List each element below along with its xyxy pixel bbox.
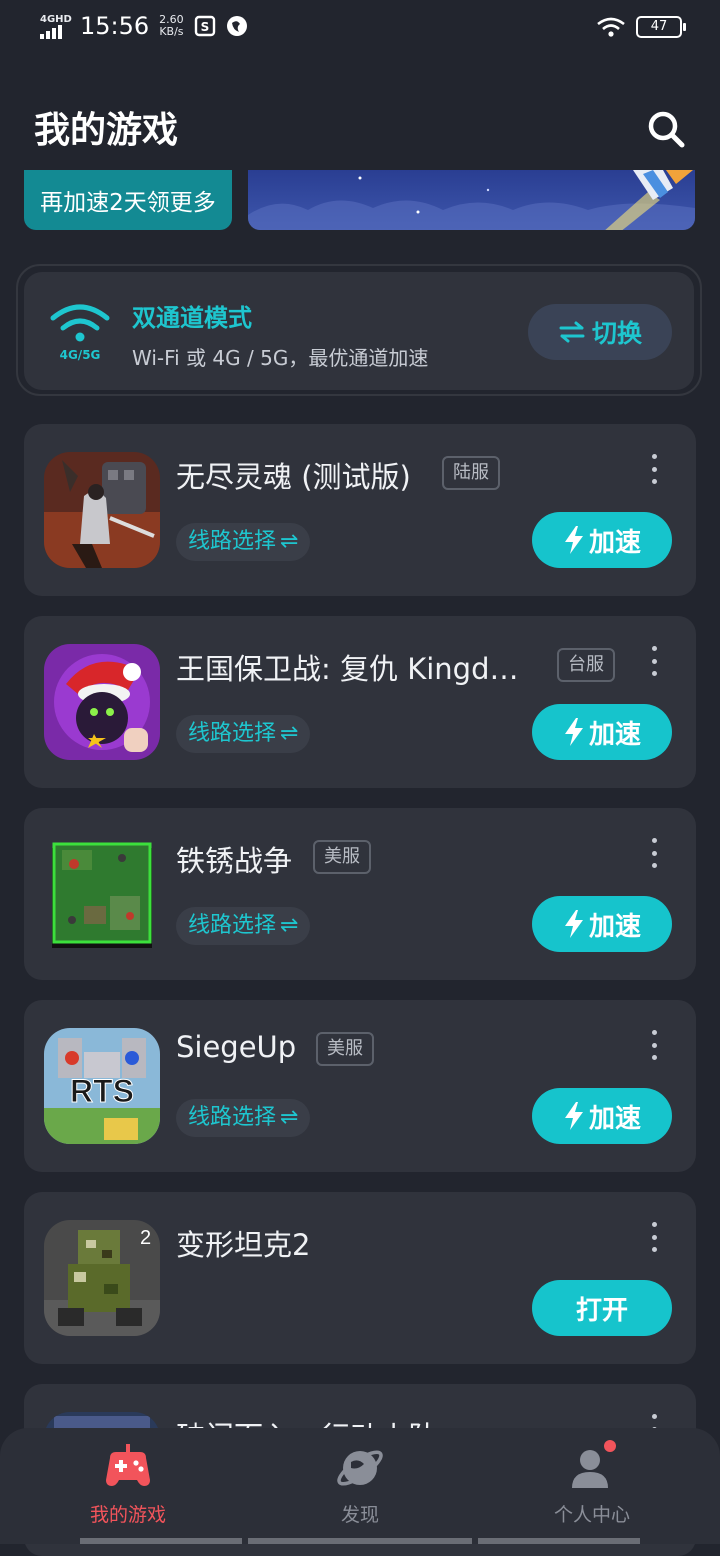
swap-small-icon: ⇌	[280, 529, 299, 554]
accelerate-button[interactable]: 加速	[532, 512, 672, 568]
lightning-icon	[564, 910, 583, 938]
game-icon-kingdom-rush[interactable]	[44, 644, 160, 760]
game-icon-transform-tank[interactable]: 2	[44, 1220, 160, 1336]
tab-label: 我的游戏	[89, 1504, 166, 1526]
notification-dot	[604, 1440, 616, 1452]
promo-banner-image[interactable]	[248, 170, 695, 230]
svg-text:2: 2	[140, 1227, 151, 1249]
more-options-button[interactable]	[644, 646, 664, 676]
clock: 15:56	[80, 12, 150, 40]
tab-discover[interactable]: 发现	[280, 1442, 440, 1527]
switch-mode-button[interactable]: 切换	[528, 304, 672, 360]
game-name: 铁锈战争	[176, 844, 293, 878]
game-name: 王国保卫战: 复仇 Kingd…	[176, 652, 519, 686]
home-indicator	[80, 1538, 242, 1544]
region-badge: 美服	[316, 1032, 374, 1066]
game-name: 变形坦克2	[176, 1228, 311, 1262]
more-options-button[interactable]	[644, 1222, 664, 1252]
promo-banner[interactable]: 再加速2天领更多	[24, 170, 232, 230]
region-badge: 台服	[557, 648, 615, 682]
search-button[interactable]	[642, 105, 690, 153]
wifi-4g5g-icon: 4G/5G	[50, 302, 110, 362]
more-options-button[interactable]	[644, 1030, 664, 1060]
swap-small-icon: ⇌	[280, 721, 299, 746]
dual-channel-mode-card: 4G/5G 双通道模式 Wi-Fi 或 4G / 5G，最优通道加速 切换	[24, 272, 694, 390]
bottom-navigation: 我的游戏 发现 个人中心	[0, 1428, 720, 1544]
tab-label: 发现	[340, 1504, 379, 1526]
svg-text:S: S	[200, 20, 209, 34]
lightning-icon	[564, 526, 583, 554]
promo-text: 再加速2天领更多	[40, 190, 216, 216]
region-badge: 陆服	[442, 456, 500, 490]
route-select-button[interactable]: 线路选择 ⇌	[176, 715, 311, 753]
accelerate-button[interactable]: 加速	[532, 704, 672, 760]
search-icon	[648, 111, 685, 148]
home-indicator	[248, 1538, 472, 1544]
accelerate-button[interactable]: 加速	[532, 896, 672, 952]
swap-icon	[559, 321, 585, 343]
cellular-signal-icon: 4GHD	[38, 13, 72, 39]
browser-notification-icon	[226, 16, 247, 36]
gamepad-icon	[102, 1442, 154, 1494]
lightning-icon	[564, 1102, 583, 1130]
game-card[interactable]: 无尽灵魂 (测试版) 陆服 线路选择 ⇌ 加速	[24, 424, 696, 596]
game-name: 无尽灵魂 (测试版)	[176, 460, 411, 494]
game-icon-siegeup[interactable]: RTS	[44, 1028, 160, 1144]
network-speed: 2.60 KB/s	[159, 13, 184, 38]
route-select-button[interactable]: 线路选择 ⇌	[176, 523, 311, 561]
game-card[interactable]: RTS SiegeUp 美服 线路选择 ⇌ 加速	[24, 1000, 696, 1172]
more-options-button[interactable]	[644, 454, 664, 484]
svg-text:RTS: RTS	[70, 1073, 134, 1109]
game-name: SiegeUp	[176, 1030, 297, 1064]
more-options-button[interactable]	[644, 838, 664, 868]
wifi-icon	[597, 17, 625, 37]
tab-label: 个人中心	[553, 1504, 630, 1526]
tab-profile[interactable]: 个人中心	[512, 1440, 672, 1527]
route-select-button[interactable]: 线路选择 ⇌	[176, 1099, 311, 1137]
status-bar: 4GHD 15:56 2.60 KB/s S 47	[0, 0, 720, 58]
accelerate-button[interactable]: 加速	[532, 1088, 672, 1144]
rocket-illustration	[248, 170, 695, 230]
battery-icon: 47	[636, 16, 686, 38]
open-game-button[interactable]: 打开	[532, 1280, 672, 1336]
swap-small-icon: ⇌	[280, 913, 299, 938]
game-icon-endless-souls[interactable]	[44, 452, 160, 568]
app-notification-icon: S	[194, 15, 215, 37]
game-card[interactable]: 铁锈战争 美服 线路选择 ⇌ 加速	[24, 808, 696, 980]
mode-description: Wi-Fi 或 4G / 5G，最优通道加速	[132, 346, 429, 370]
mode-title: 双通道模式	[132, 304, 252, 332]
swap-small-icon: ⇌	[280, 1105, 299, 1130]
route-select-button[interactable]: 线路选择 ⇌	[176, 907, 311, 945]
home-indicator	[478, 1538, 640, 1544]
lightning-icon	[564, 718, 583, 746]
page-title: 我的游戏	[34, 110, 179, 151]
game-card[interactable]: 2 变形坦克2 打开	[24, 1192, 696, 1364]
game-card[interactable]: 王国保卫战: 复仇 Kingd… 台服 线路选择 ⇌ 加速	[24, 616, 696, 788]
page-header: 我的游戏	[0, 85, 720, 165]
planet-icon	[334, 1442, 386, 1494]
region-badge: 美服	[313, 840, 371, 874]
user-icon	[566, 1440, 618, 1494]
game-icon-rusted-warfare[interactable]	[44, 836, 160, 952]
tab-my-games[interactable]: 我的游戏	[48, 1442, 208, 1527]
